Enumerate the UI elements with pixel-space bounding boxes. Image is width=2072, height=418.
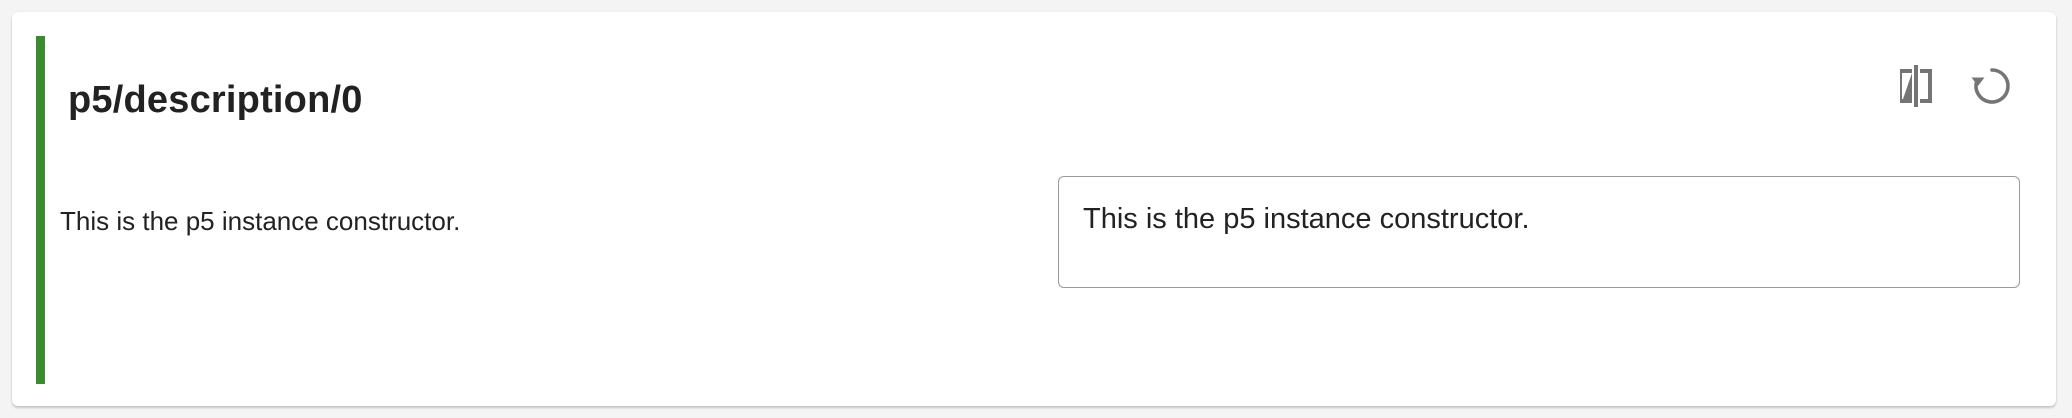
entry-toolbar	[1892, 62, 2016, 110]
source-text: This is the p5 instance constructor.	[60, 206, 461, 236]
compare-button[interactable]	[1892, 62, 1940, 110]
compare-icon	[1900, 65, 1932, 107]
status-accent-bar	[36, 36, 45, 384]
restore-icon	[1971, 68, 2010, 104]
reset-button[interactable]	[1968, 62, 2016, 110]
translation-input[interactable]: This is the p5 instance constructor.	[1058, 176, 2020, 288]
entry-key-title: p5/description/0	[68, 79, 363, 121]
